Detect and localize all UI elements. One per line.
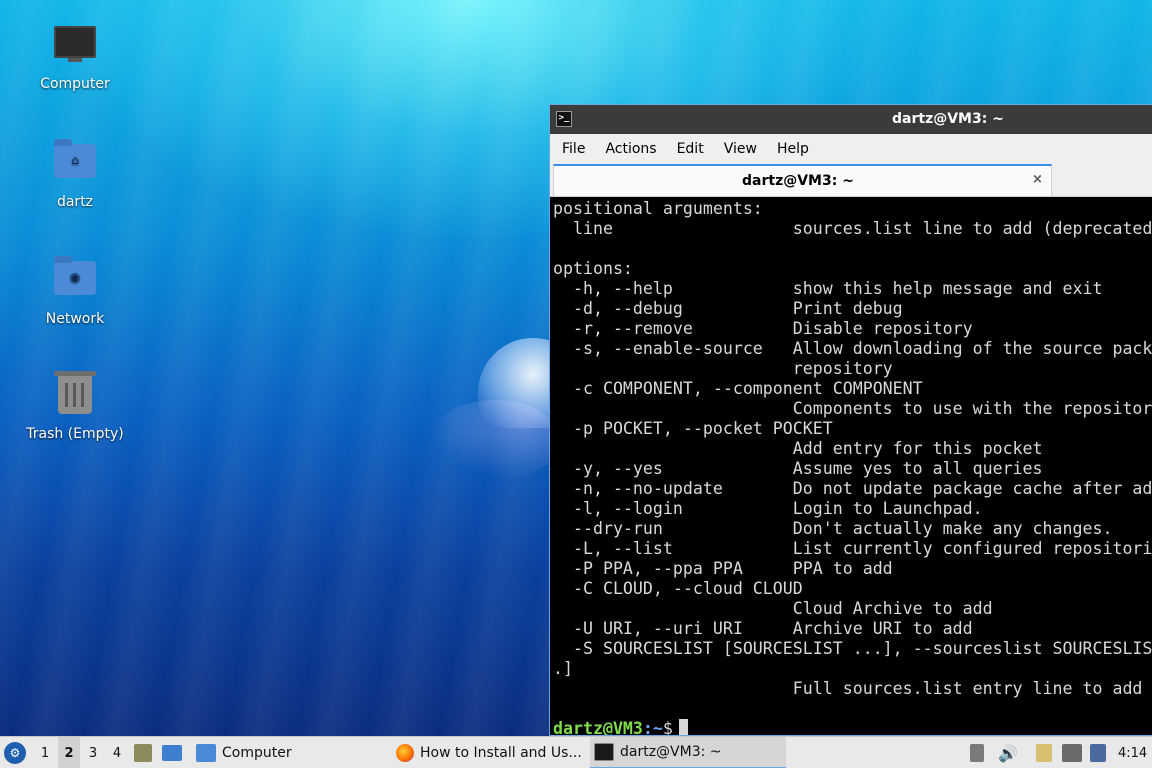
prompt-symbol: $ bbox=[662, 719, 673, 735]
show-desktop-button[interactable] bbox=[162, 737, 184, 768]
task-firefox[interactable]: How to Install and Us... bbox=[392, 737, 588, 768]
lubuntu-logo-icon: ⚙ bbox=[4, 742, 26, 764]
clock[interactable]: 4:14 bbox=[1118, 737, 1147, 768]
network-folder-icon: ◉ bbox=[53, 256, 97, 305]
terminal-line: --dry-run Don't actually make any change… bbox=[553, 519, 1113, 538]
updates-icon bbox=[1090, 744, 1106, 762]
notes-icon bbox=[1036, 744, 1052, 762]
menu-actions[interactable]: Actions bbox=[605, 141, 656, 157]
terminal-line: -d, --debug Print debug bbox=[553, 299, 903, 318]
terminal-window[interactable]: >_ dartz@VM3: ~ File Actions Edit View H… bbox=[549, 104, 1152, 736]
start-menu-button[interactable]: ⚙ bbox=[4, 737, 28, 768]
terminal-line: Full sources.list entry line to add bbox=[553, 679, 1143, 698]
tab-label: dartz@VM3: ~ bbox=[742, 173, 854, 189]
terminal-output[interactable]: positional arguments: line sources.list … bbox=[550, 197, 1152, 735]
task-label: Computer bbox=[222, 745, 292, 761]
desktop-icon-label: Trash (Empty) bbox=[26, 426, 124, 442]
terminal-line: -c COMPONENT, --component COMPONENT bbox=[553, 379, 923, 398]
terminal-icon[interactable]: >_ bbox=[556, 111, 572, 127]
file-manager-launcher[interactable] bbox=[134, 737, 154, 768]
desktop-icon-home-folder[interactable]: ⌂ dartz bbox=[15, 138, 135, 210]
computer-icon bbox=[53, 26, 97, 70]
terminal-line: -r, --remove Disable repository bbox=[553, 319, 973, 338]
home-folder-icon: ⌂ bbox=[53, 139, 97, 188]
terminal-line: -n, --no-update Do not update package ca… bbox=[553, 479, 1152, 498]
terminal-line: -y, --yes Assume yes to all queries bbox=[553, 459, 1043, 478]
menu-view[interactable]: View bbox=[724, 141, 757, 157]
prompt-path: :~ bbox=[642, 719, 663, 735]
network-tray[interactable] bbox=[1062, 737, 1082, 768]
terminal-line: options: bbox=[553, 259, 633, 278]
menu-file[interactable]: File bbox=[562, 141, 585, 157]
workspace-4[interactable]: 4 bbox=[106, 737, 128, 768]
task-label: dartz@VM3: ~ bbox=[620, 744, 722, 760]
terminal-line: -P PPA, --ppa PPA PPA to add bbox=[553, 559, 893, 578]
file-manager-icon bbox=[134, 744, 152, 762]
trash-icon bbox=[53, 371, 97, 420]
terminal-line: Cloud Archive to add bbox=[553, 599, 993, 618]
network-icon bbox=[1062, 744, 1082, 762]
updates-tray[interactable] bbox=[1090, 737, 1106, 768]
desktop-icon-label: dartz bbox=[56, 194, 94, 210]
task-terminal[interactable]: dartz@VM3: ~ bbox=[590, 737, 786, 768]
desktop-icon-trash[interactable]: Trash (Empty) bbox=[15, 371, 135, 442]
folder-icon bbox=[196, 744, 216, 762]
terminal-prompt[interactable]: dartz@VM3:~$ bbox=[553, 719, 1152, 735]
terminal-icon bbox=[594, 743, 614, 761]
terminal-line: .] bbox=[553, 659, 573, 678]
workspace-1[interactable]: 1 bbox=[34, 737, 56, 768]
task-label: How to Install and Us... bbox=[420, 745, 582, 761]
menu-edit[interactable]: Edit bbox=[677, 141, 704, 157]
terminal-line: -p POCKET, --pocket POCKET bbox=[553, 419, 833, 438]
desktop-icon-label: Computer bbox=[40, 76, 110, 92]
menu-bar: File Actions Edit View Help bbox=[550, 134, 1152, 164]
terminal-line: repository bbox=[553, 359, 893, 378]
terminal-line: positional arguments: bbox=[553, 199, 763, 218]
terminal-line: line sources.list line to add (deprecate… bbox=[553, 219, 1152, 238]
task-computer[interactable]: Computer bbox=[192, 737, 388, 768]
terminal-line: Add entry for this pocket bbox=[553, 439, 1043, 458]
menu-help[interactable]: Help bbox=[777, 141, 809, 157]
close-icon[interactable]: × bbox=[1032, 172, 1043, 187]
tab-terminal[interactable]: dartz@VM3: ~ × bbox=[553, 164, 1052, 196]
taskbar: ⚙ 1 2 3 4 Computer How to Install and Us… bbox=[0, 736, 1152, 768]
terminal-line: -h, --help show this help message and ex… bbox=[553, 279, 1103, 298]
text-cursor bbox=[678, 719, 688, 735]
tab-bar: dartz@VM3: ~ × bbox=[550, 164, 1152, 197]
window-titlebar[interactable]: >_ dartz@VM3: ~ bbox=[550, 105, 1152, 134]
terminal-line: ​ bbox=[553, 699, 1152, 719]
volume-tray[interactable]: 🔊 bbox=[998, 737, 1018, 768]
terminal-line: -L, --list List currently configured rep… bbox=[553, 539, 1152, 558]
terminal-line: -C CLOUD, --cloud CLOUD bbox=[553, 579, 803, 598]
clipboard-icon bbox=[970, 744, 984, 762]
window-title: dartz@VM3: ~ bbox=[892, 111, 1004, 127]
terminal-line: ​ bbox=[553, 239, 1152, 259]
desktop-icon-computer[interactable]: Computer bbox=[15, 20, 135, 92]
notes-tray[interactable] bbox=[1036, 737, 1052, 768]
desktop-icon bbox=[162, 745, 182, 761]
terminal-line: -U URI, --uri URI Archive URI to add bbox=[553, 619, 973, 638]
clipboard-tray[interactable] bbox=[970, 737, 984, 768]
workspace-3[interactable]: 3 bbox=[82, 737, 104, 768]
terminal-line: -S SOURCESLIST [SOURCESLIST ...], --sour… bbox=[572, 639, 1152, 658]
terminal-line: Components to use with the repository bbox=[553, 399, 1152, 418]
desktop-icon-network[interactable]: ◉ Network bbox=[15, 255, 135, 327]
terminal-line: -l, --login Login to Launchpad. bbox=[553, 499, 983, 518]
prompt-user: dartz@VM3 bbox=[553, 719, 643, 735]
terminal-line: -s, --enable-source Allow downloading of… bbox=[572, 339, 1152, 358]
desktop-icon-label: Network bbox=[45, 311, 105, 327]
volume-icon: 🔊 bbox=[998, 743, 1018, 763]
firefox-icon bbox=[396, 744, 414, 762]
workspace-2[interactable]: 2 bbox=[58, 737, 80, 768]
